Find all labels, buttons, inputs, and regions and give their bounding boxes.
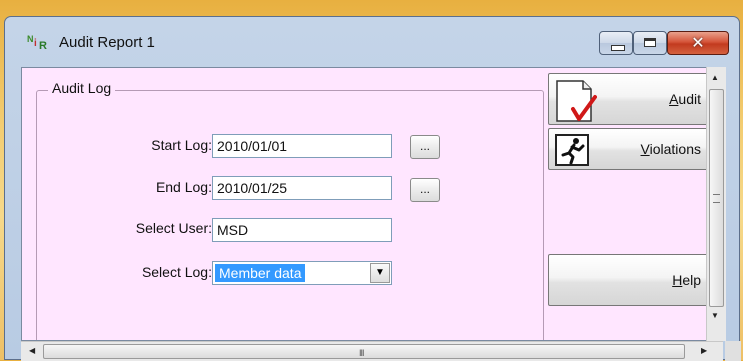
running-man-exit-icon <box>555 134 589 166</box>
resize-grip-icon[interactable] <box>725 341 741 361</box>
end-log-label: End Log: <box>155 179 212 195</box>
start-log-input[interactable]: 2010/01/01 <box>212 134 392 158</box>
help-button[interactable]: Help <box>548 254 716 306</box>
audit-button[interactable]: Audit <box>548 73 716 125</box>
app-icon: NiR <box>27 34 47 52</box>
help-button-label: Help <box>672 272 701 288</box>
scroll-left-icon[interactable]: ◀ <box>29 346 35 355</box>
select-log-dropdown[interactable]: Member data ▼ <box>212 261 392 285</box>
vertical-scrollbar[interactable]: ▲ ▼ <box>706 67 726 341</box>
end-log-browse-button[interactable]: ... <box>410 178 440 202</box>
client-area: Audit Log Start Log: 2010/01/01 ... End … <box>21 67 723 341</box>
select-log-label: Select Log: <box>141 264 212 280</box>
grip-icon: III <box>359 348 364 358</box>
maximize-icon <box>644 38 656 47</box>
dropdown-arrow-icon[interactable]: ▼ <box>370 263 390 283</box>
audit-log-group <box>36 90 544 340</box>
minimize-button[interactable] <box>599 31 633 55</box>
grip-icon <box>713 194 720 203</box>
scroll-up-icon[interactable]: ▲ <box>711 73 719 82</box>
horizontal-scroll-thumb[interactable]: III <box>43 344 685 359</box>
violations-button-label: Violations <box>640 141 701 157</box>
violations-button[interactable]: Violations <box>548 128 716 170</box>
minimize-icon <box>611 45 625 51</box>
close-icon: ✕ <box>691 33 705 52</box>
vertical-scroll-thumb[interactable] <box>709 89 724 307</box>
window-title: Audit Report 1 <box>59 34 155 51</box>
select-log-value: Member data <box>215 264 306 282</box>
close-button[interactable]: ✕ <box>667 31 729 55</box>
end-log-input[interactable]: 2010/01/25 <box>212 176 392 200</box>
start-log-label: Start Log: <box>151 137 212 153</box>
audit-button-label: Audit <box>669 91 701 107</box>
horizontal-scrollbar[interactable]: ◀ III ▶ <box>21 341 723 361</box>
maximize-button[interactable] <box>633 31 667 55</box>
select-user-label: Select User: <box>135 220 212 236</box>
title-bar[interactable]: NiR Audit Report 1 ✕ <box>5 17 739 67</box>
audit-document-check-icon <box>556 80 597 122</box>
scroll-down-icon[interactable]: ▼ <box>711 311 719 320</box>
audit-report-window: NiR Audit Report 1 ✕ Audit Log Start Log… <box>4 16 741 361</box>
audit-log-legend: Audit Log <box>48 80 116 96</box>
scroll-right-icon[interactable]: ▶ <box>701 346 707 355</box>
start-log-browse-button[interactable]: ... <box>410 135 440 159</box>
select-user-input[interactable]: MSD <box>212 218 392 242</box>
